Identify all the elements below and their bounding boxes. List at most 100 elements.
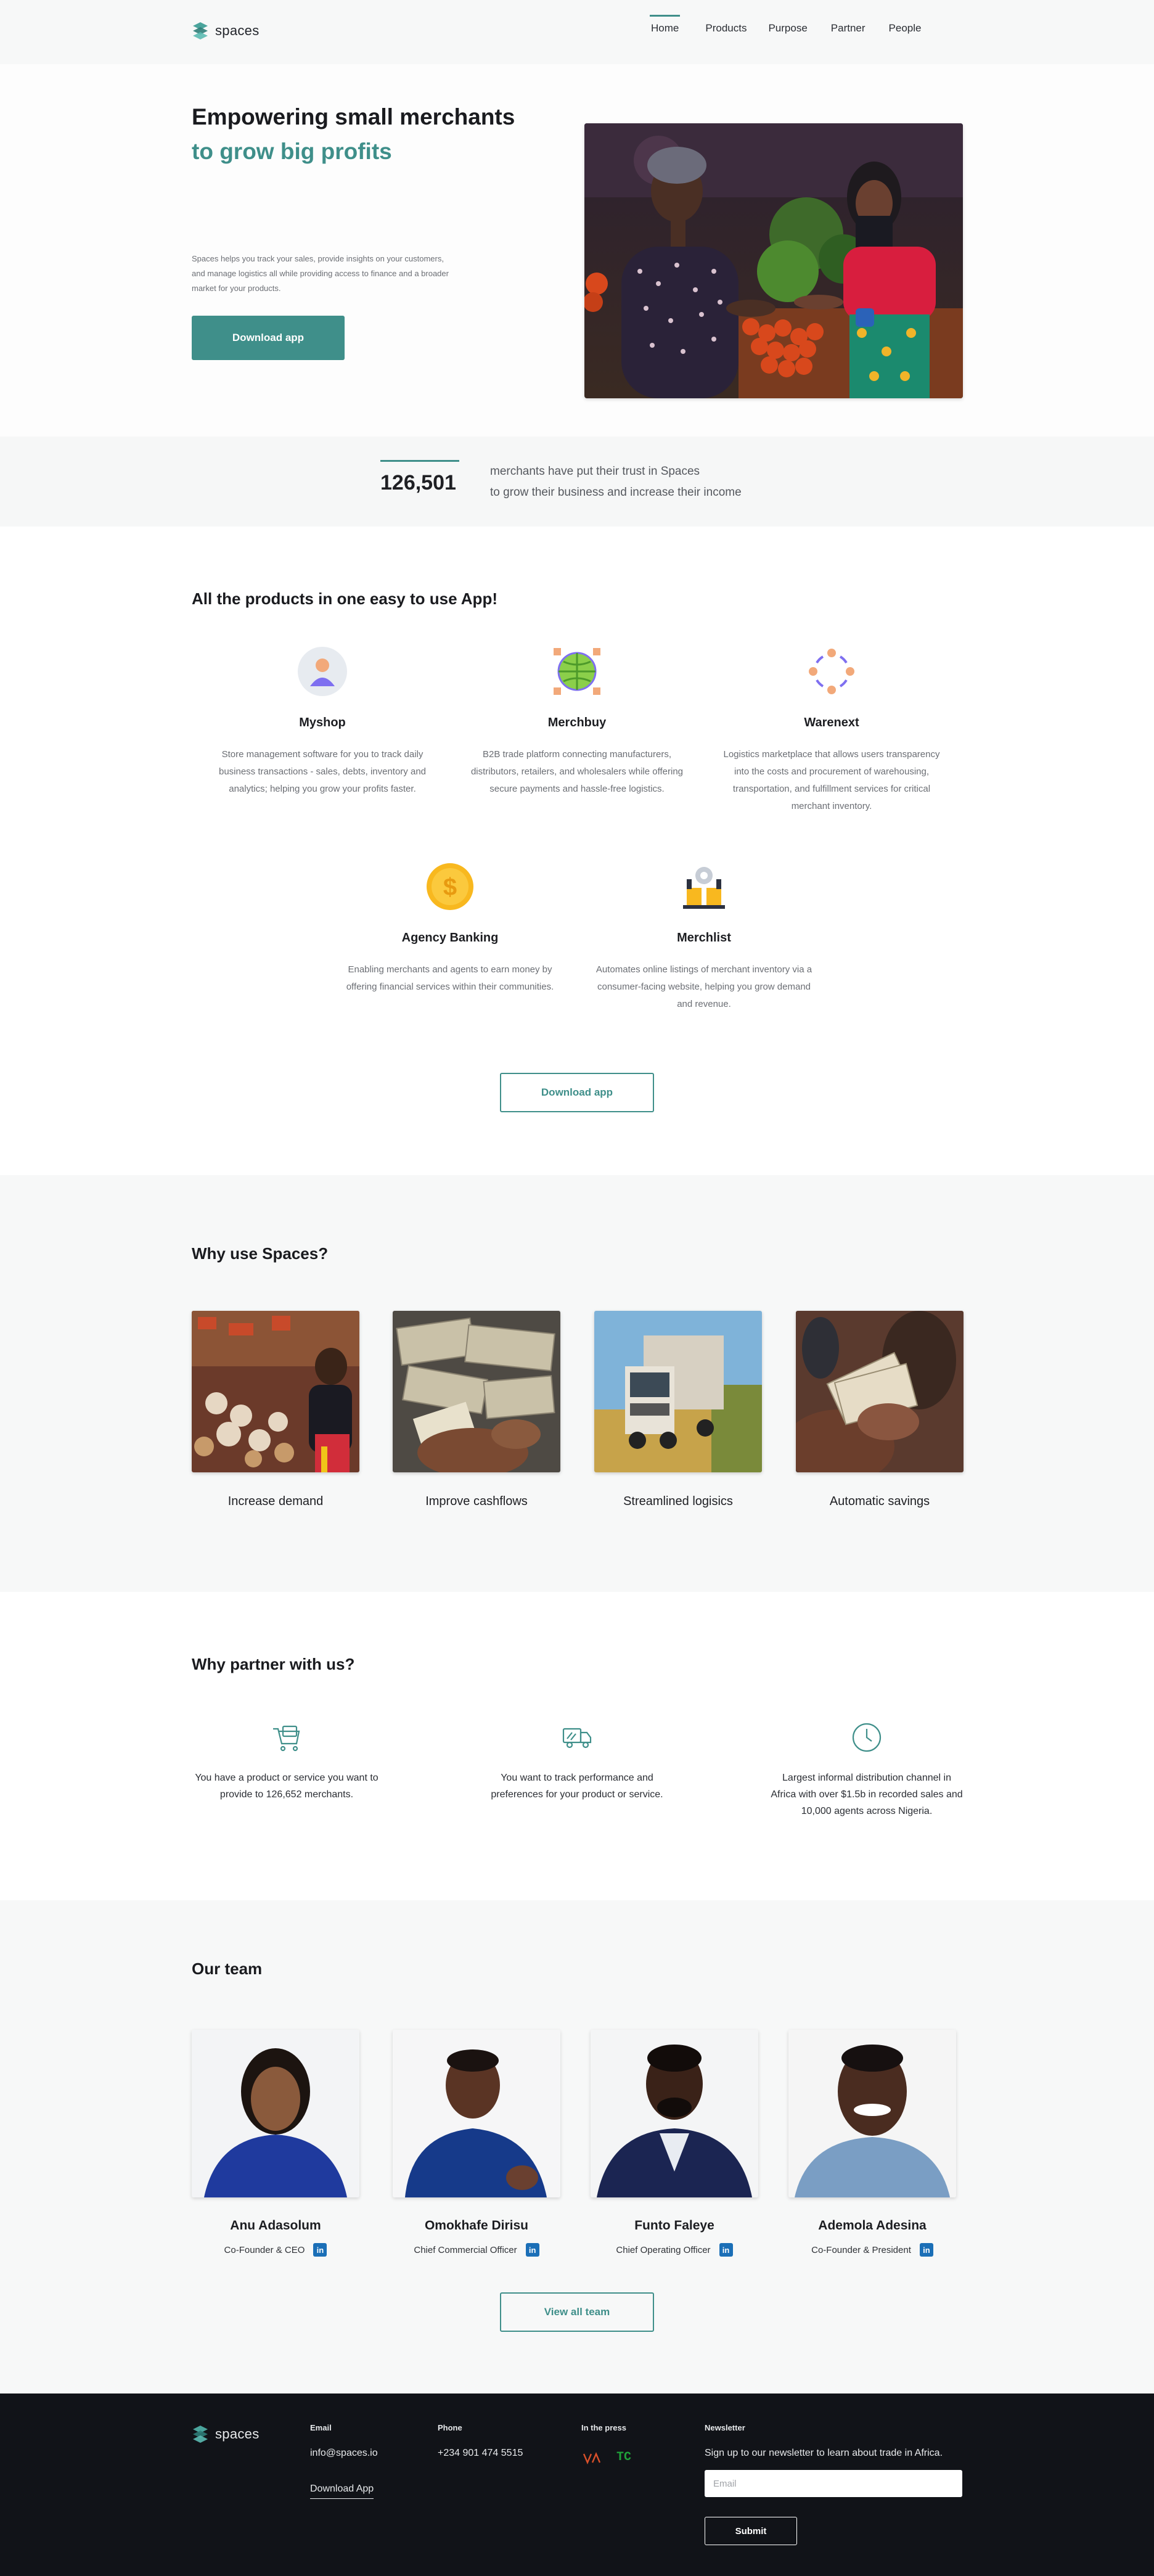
dollar-coin-icon: $ (424, 861, 476, 913)
footer-newsletter-heading: Newsletter (705, 2423, 745, 2432)
product-desc: Enabling merchants and agents to earn mo… (346, 964, 554, 992)
nav-products[interactable]: Products (705, 21, 747, 36)
partner-text: You want to track performance and prefer… (491, 1773, 663, 1800)
footer-email[interactable]: info@spaces.io (310, 2448, 378, 2459)
linkedin-icon[interactable]: in (525, 2243, 539, 2257)
footer-download-app-link[interactable]: Download App (310, 2484, 374, 2499)
partner-item-reach: You have a product or service you want t… (189, 1720, 384, 1803)
stat-caption: merchants have put their trust in Spaces… (490, 461, 742, 503)
member-photo (591, 2030, 758, 2197)
member-role-row: Chief Operating Officer in (591, 2243, 758, 2257)
stats-band: 126,501 merchants have put their trust i… (0, 437, 1154, 527)
why-use-heading: Why use Spaces? (192, 1244, 329, 1263)
logo-icon (193, 22, 208, 39)
hero-section: Empowering small merchants to grow big p… (0, 64, 1154, 437)
why-card-improve-cashflows: Improve cashflows (393, 1311, 560, 1509)
techcrunch-logo-icon[interactable]: TC (616, 2450, 631, 2464)
footer-email-heading: Email (310, 2423, 332, 2432)
newsletter-submit-button[interactable]: Submit (705, 2517, 797, 2545)
product-desc: Store management software for you to tra… (218, 749, 426, 794)
product-name: Merchbuy (547, 716, 607, 729)
partner-item-distribution: Largest informal distribution channel in… (769, 1720, 964, 1819)
delivery-truck-icon (560, 1720, 594, 1755)
market-stall-image (192, 1311, 359, 1472)
product-name: Merchlist (677, 931, 731, 945)
footer-phone[interactable]: +234 901 474 5515 (438, 2448, 523, 2459)
network-icon (806, 646, 857, 697)
product-merchlist[interactable]: Merchlist Automates online listings of m… (593, 861, 815, 1013)
hero-title: Empowering small merchants (192, 104, 515, 129)
download-app-outline-button[interactable]: Download app (500, 1073, 654, 1112)
view-all-team-button[interactable]: View all team (500, 2292, 654, 2332)
stat-accent-line (380, 460, 459, 462)
newsletter-email-input[interactable] (705, 2470, 962, 2497)
products-heading: All the products in one easy to use App! (192, 589, 497, 608)
truck-image (594, 1311, 762, 1472)
clock-icon (849, 1720, 884, 1755)
logo-icon (193, 2426, 208, 2443)
linkedin-icon[interactable]: in (919, 2243, 933, 2257)
footer-brand-name: spaces (215, 2426, 260, 2442)
member-role: Co-Founder & President (811, 2244, 911, 2255)
product-name: Myshop (299, 716, 346, 729)
team-member: Omokhafe Dirisu Chief Commercial Officer… (393, 2030, 560, 2257)
brand-logo[interactable]: spaces (192, 21, 260, 41)
nav-home[interactable]: Home (649, 15, 681, 36)
product-merchbuy[interactable]: Merchbuy B2B trade platform connecting m… (466, 646, 688, 798)
member-name: Omokhafe Dirisu (424, 2218, 529, 2233)
globe-icon (551, 646, 603, 697)
linkedin-icon[interactable]: in (313, 2243, 327, 2257)
member-role: Co-Founder & CEO (224, 2244, 305, 2255)
footer: spaces Email info@spaces.io Download App… (0, 2393, 1154, 2576)
team-member: Anu Adasolum Co-Founder & CEO in (192, 2030, 359, 2257)
product-name: Warenext (804, 716, 859, 729)
product-agency-banking[interactable]: $ Agency Banking Enabling merchants and … (339, 861, 561, 996)
partner-item-track: You want to track performance and prefer… (480, 1720, 674, 1803)
product-desc: Automates online listings of merchant in… (595, 964, 812, 1009)
why-card-increase-demand: Increase demand (192, 1311, 359, 1509)
linkedin-icon[interactable]: in (719, 2243, 733, 2257)
nav-purpose[interactable]: Purpose (768, 21, 807, 36)
team-heading: Our team (192, 1959, 263, 1978)
footer-press-heading: In the press (581, 2423, 626, 2432)
member-photo (192, 2030, 359, 2197)
download-app-button[interactable]: Download app (192, 316, 345, 360)
team-section: Our team Anu Adasolum Co-Founder & CEO i… (0, 1900, 1154, 2393)
product-name: Agency Banking (401, 931, 499, 945)
member-role-row: Co-Founder & President in (788, 2243, 956, 2257)
press-logo-icon[interactable] (581, 2450, 602, 2466)
person-icon (297, 646, 348, 697)
why-label: Improve cashflows (425, 1495, 528, 1508)
nav-partner[interactable]: Partner (831, 21, 866, 36)
hero-description: Spaces helps you track your sales, provi… (192, 254, 449, 293)
product-desc: B2B trade platform connecting manufactur… (470, 749, 684, 794)
member-photo (393, 2030, 560, 2197)
hero-image-merchants (584, 123, 963, 398)
stat-caption-line1: merchants have put their trust in Spaces (490, 465, 700, 478)
svg-text:$: $ (443, 874, 457, 901)
member-name: Anu Adasolum (230, 2218, 321, 2233)
partner-text: You have a product or service you want t… (195, 1773, 379, 1800)
member-photo (788, 2030, 956, 2197)
why-label: Automatic savings (829, 1495, 930, 1508)
why-label: Increase demand (227, 1495, 324, 1508)
product-myshop[interactable]: Myshop Store management software for you… (211, 646, 433, 798)
nav-people[interactable]: People (889, 21, 922, 36)
team-member: Ademola Adesina Co-Founder & President i… (788, 2030, 956, 2257)
why-card-streamlined-logistics: Streamlined logisics (594, 1311, 762, 1509)
why-use-section: Why use Spaces? Increase demand Improve … (0, 1175, 1154, 1592)
member-name: Ademola Adesina (818, 2218, 927, 2233)
nav-links: Home Products Purpose Partner People (649, 15, 922, 36)
brand-name: spaces (215, 23, 260, 38)
savings-image (796, 1311, 964, 1472)
partner-text: Largest informal distribution channel in… (771, 1773, 963, 1816)
product-desc: Logistics marketplace that allows users … (723, 749, 940, 811)
newsletter-text: Sign up to our newsletter to learn about… (705, 2448, 943, 2458)
cash-stacks-image (393, 1311, 560, 1472)
product-warenext[interactable]: Warenext Logistics marketplace that allo… (721, 646, 943, 815)
footer-logo[interactable]: spaces (192, 2424, 260, 2444)
footer-phone-heading: Phone (438, 2423, 462, 2432)
team-member: Funto Faleye Chief Operating Officer in (591, 2030, 758, 2257)
shop-gear-icon (678, 861, 730, 913)
stat-caption-line2: to grow their business and increase thei… (490, 486, 742, 499)
